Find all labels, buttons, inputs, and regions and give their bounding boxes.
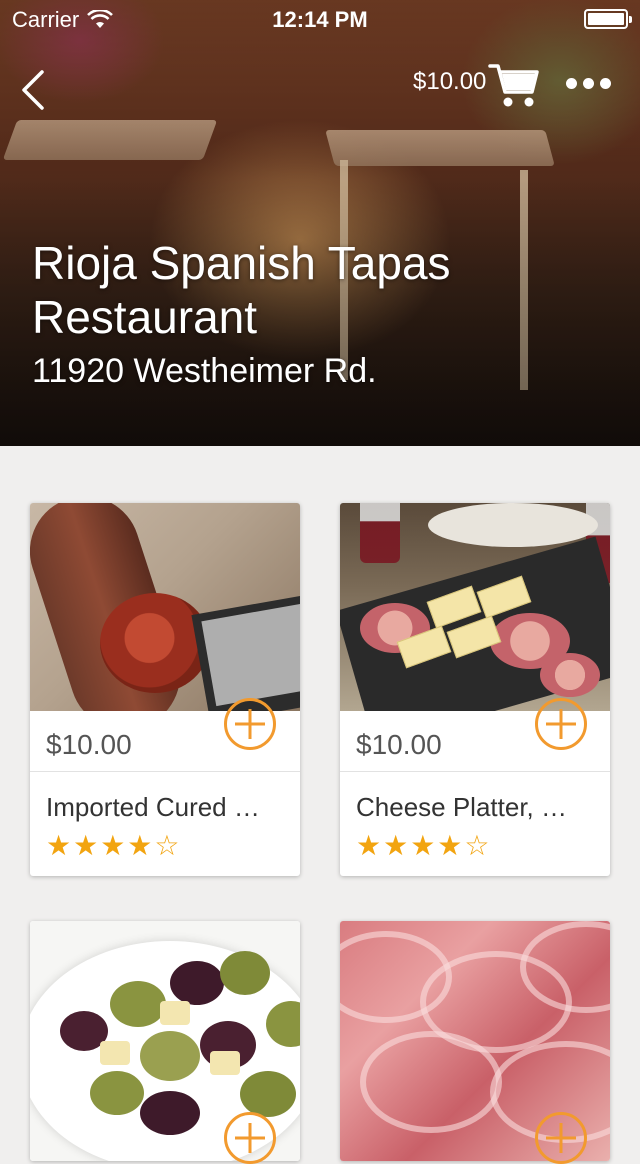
more-horizontal-icon[interactable]: [566, 72, 612, 94]
photo-shape: [428, 503, 598, 547]
photo-shape: [110, 981, 166, 1027]
rating-stars: ★★★★☆: [46, 829, 182, 862]
photo-shape: [140, 1091, 200, 1135]
rating-stars: ★★★★☆: [356, 829, 492, 862]
restaurant-hero: Carrier 12:14 PM $10.00 Rioja Spanish Ta…: [0, 0, 640, 446]
status-bar: Carrier 12:14 PM: [0, 0, 640, 40]
item-price: $10.00: [46, 729, 132, 760]
photo-shape: [160, 1001, 190, 1025]
restaurant-name: Rioja Spanish Tapas Restaurant: [32, 237, 451, 343]
photo-shape: [140, 1031, 200, 1081]
item-title: Imported Cured …: [46, 792, 260, 822]
dot: [600, 77, 611, 89]
photo-shape: [170, 961, 224, 1005]
item-title: Cheese Platter, …: [356, 792, 567, 822]
menu-item-card[interactable]: $10.00 Imported Cured … ★★★★☆: [30, 503, 300, 876]
dot: [583, 77, 594, 89]
add-to-cart-button[interactable]: [535, 698, 587, 750]
dot: [566, 77, 577, 89]
item-price: $10.00: [356, 729, 442, 760]
photo-shape: [100, 1041, 130, 1065]
add-to-cart-button[interactable]: [224, 698, 276, 750]
restaurant-address: 11920 Westheimer Rd.: [32, 352, 377, 390]
photo-shape: [210, 1051, 240, 1075]
shopping-cart-icon[interactable]: [488, 60, 540, 110]
item-photo: [340, 503, 610, 711]
back-button[interactable]: [14, 66, 54, 114]
menu-item-card[interactable]: $10.00 Cheese Platter, … ★★★★☆: [340, 503, 610, 876]
add-to-cart-button[interactable]: [535, 1112, 587, 1164]
add-to-cart-button[interactable]: [224, 1112, 276, 1164]
photo-shape: [100, 593, 210, 693]
photo-shape: [360, 503, 400, 563]
chevron-left-icon: [22, 70, 44, 110]
photo-shape: [540, 653, 600, 697]
cart-total[interactable]: $10.00: [413, 68, 486, 96]
battery-fill: [588, 13, 624, 25]
photo-shape: [220, 951, 270, 995]
photo-shape: [240, 1071, 296, 1117]
clock: 12:14 PM: [272, 7, 368, 32]
photo-shape: [90, 1071, 144, 1115]
battery-icon: [584, 9, 632, 29]
item-photo: [30, 503, 300, 711]
photo-shape: [360, 1031, 502, 1133]
